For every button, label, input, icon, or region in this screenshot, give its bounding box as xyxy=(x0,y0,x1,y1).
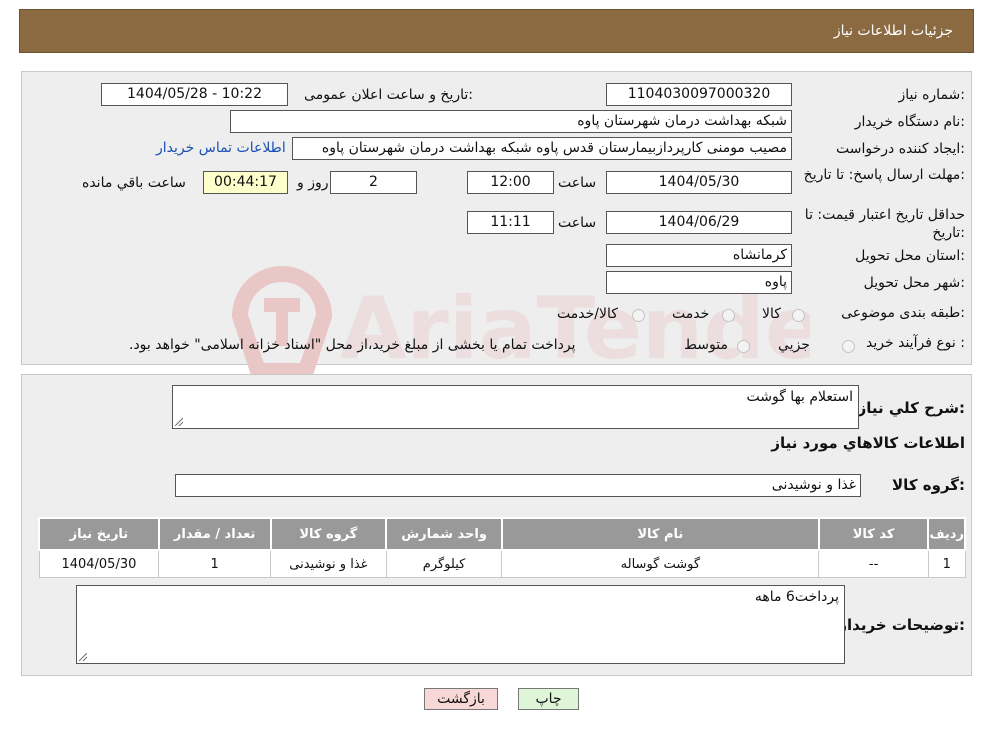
cell-need-date: 1404/05/30 xyxy=(38,549,160,578)
buyer-org-field: شبکه بهداشت درمان شهرستان پاوه xyxy=(230,110,792,133)
col-code: کد کالا xyxy=(817,517,930,551)
col-need-date: تاریخ نیاز xyxy=(38,517,160,551)
goods-table: تاریخ نیاز تعداد / مقدار گروه کالا واحد … xyxy=(38,517,966,578)
description-text: استعلام بها گوشت xyxy=(746,389,853,405)
cell-code: -- xyxy=(818,549,929,578)
province-field: کرمانشاه xyxy=(606,244,792,267)
cell-row: 1 xyxy=(927,549,966,578)
announce-field: 1404/05/28 - 10:22 xyxy=(101,83,288,106)
process-radio-medium[interactable] xyxy=(737,340,750,353)
need-number-label: شماره نیاز: xyxy=(898,87,965,103)
category-option-goods: کالا xyxy=(762,306,781,322)
announce-label: تاریخ و ساعت اعلان عمومی: xyxy=(304,87,473,103)
category-label: طبقه بندی موضوعی: xyxy=(841,305,965,321)
group-field: غذا و نوشیدنی xyxy=(175,474,861,497)
buyer-notes-label: توضیحات خریدار: xyxy=(838,616,965,634)
col-unit: واحد شمارش xyxy=(385,517,503,551)
need-info-panel: AriaTender.neT شماره نیاز: 1104030097000… xyxy=(21,71,972,379)
resize-grip-icon[interactable] xyxy=(175,418,183,426)
goods-section-title: اطلاعات کالاهاي مورد نیاز xyxy=(771,434,965,452)
back-button[interactable]: بازگشت xyxy=(424,688,498,710)
col-name: نام کالا xyxy=(500,517,820,551)
category-radio-goods-service[interactable] xyxy=(632,309,645,322)
cell-group: غذا و نوشیدنی xyxy=(270,549,387,578)
deadline-date-field: 1404/05/30 xyxy=(606,171,792,194)
print-button[interactable]: چاپ xyxy=(518,688,579,710)
city-label: شهر محل تحویل: xyxy=(863,275,965,291)
buyer-notes-field[interactable]: پرداخت6 ماهه xyxy=(76,585,845,664)
cell-unit: کیلوگرم xyxy=(385,549,503,578)
table-row: 1404/05/30 1 غذا و نوشیدنی کیلوگرم گوشت … xyxy=(38,549,966,578)
table-header-row: تاریخ نیاز تعداد / مقدار گروه کالا واحد … xyxy=(38,517,966,551)
remaining-time-field: 00:44:17 xyxy=(203,171,288,194)
deadline-time-field: 12:00 xyxy=(467,171,554,194)
process-radio-minor[interactable] xyxy=(842,340,855,353)
process-note: پرداخت تمام یا بخشی از مبلغ خرید،از محل … xyxy=(129,337,576,353)
need-number-field: 1104030097000320 xyxy=(606,83,792,106)
buyer-contact-link[interactable]: اطلاعات تماس خریدار xyxy=(156,140,286,156)
validity-date-field: 1404/06/29 xyxy=(606,211,792,234)
resize-grip-icon[interactable] xyxy=(79,653,87,661)
process-label: نوع فرآیند خرید : xyxy=(866,335,965,351)
deadline-time-label: ساعت xyxy=(558,175,597,191)
validity-label: حداقل تاریخ اعتبار قیمت: تا تاریخ: xyxy=(804,207,965,241)
process-option-minor: جزیي xyxy=(778,337,810,353)
col-group: گروه کالا xyxy=(269,517,388,551)
col-quantity: تعداد / مقدار xyxy=(157,517,272,551)
deadline-label: مهلت ارسال پاسخ: تا تاریخ: xyxy=(803,167,965,183)
cell-quantity: 1 xyxy=(158,549,271,578)
days-field: 2 xyxy=(330,171,417,194)
process-option-medium: متوسط xyxy=(684,337,728,353)
validity-time-label: ساعت xyxy=(558,215,597,231)
buyer-org-label: نام دستگاه خریدار: xyxy=(854,114,965,130)
days-suffix: روز و xyxy=(297,175,329,191)
description-field[interactable]: استعلام بها گوشت xyxy=(172,385,859,429)
category-option-service: خدمت xyxy=(672,306,710,322)
validity-time-field: 11:11 xyxy=(467,211,554,234)
requester-field: مصیب مومنی کارپردازبیمارستان قدس پاوه شب… xyxy=(292,137,792,160)
group-label: گروه کالا: xyxy=(892,476,965,494)
city-field: پاوه xyxy=(606,271,792,294)
category-radio-service[interactable] xyxy=(722,309,735,322)
province-label: استان محل تحویل: xyxy=(855,248,965,264)
col-row: ردیف xyxy=(927,517,966,551)
remaining-suffix: ساعت باقي مانده xyxy=(82,175,186,191)
description-label: شرح کلي نیاز: xyxy=(857,399,965,417)
page-title: جزئیات اطلاعات نیاز xyxy=(833,23,953,39)
watermark-text: AriaTender.neT xyxy=(340,279,810,379)
page-header: جزئیات اطلاعات نیاز xyxy=(19,9,974,53)
requester-label: ایجاد کننده درخواست: xyxy=(836,141,965,157)
cell-name: گوشت گوساله xyxy=(501,549,820,578)
category-radio-goods[interactable] xyxy=(792,309,805,322)
category-option-goods-service: کالا/خدمت xyxy=(557,306,618,322)
buyer-notes-text: پرداخت6 ماهه xyxy=(754,589,839,605)
